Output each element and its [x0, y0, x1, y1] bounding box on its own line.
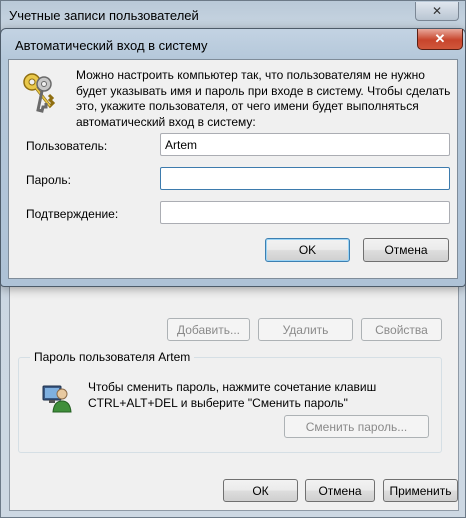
dialog-description: Можно настроить компьютер так, что польз…: [76, 68, 451, 129]
dialog-title: Автоматический вход в систему: [15, 38, 208, 53]
dialog-close-button[interactable]: ✕: [417, 29, 463, 50]
add-user-button[interactable]: Добавить...: [167, 318, 250, 341]
window-title: Учетные записи пользователей: [9, 8, 199, 23]
close-icon: ✕: [431, 4, 443, 18]
confirm-password-field[interactable]: [160, 201, 450, 224]
apply-button[interactable]: Применить: [383, 479, 458, 502]
password-field[interactable]: [160, 167, 450, 190]
keys-icon: [23, 73, 56, 113]
change-password-button[interactable]: Сменить пароль...: [284, 415, 429, 438]
window-close-button[interactable]: ✕: [415, 2, 459, 21]
user-icon: [42, 385, 72, 413]
password-change-hint: Чтобы сменить пароль, нажмите сочетание …: [88, 380, 377, 410]
confirm-label: Подтверждение:: [26, 207, 119, 221]
user-label: Пользователь:: [26, 139, 108, 153]
cancel-button[interactable]: Отмена: [305, 479, 375, 502]
password-label: Пароль:: [26, 173, 71, 187]
dialog-cancel-button[interactable]: Отмена: [363, 238, 449, 262]
password-group-legend: Пароль пользователя Artem: [30, 350, 195, 364]
close-icon: ✕: [434, 31, 446, 46]
auto-logon-dialog: Автоматический вход в систему ✕ Можно на…: [0, 28, 466, 287]
ok-button[interactable]: ОК: [223, 479, 298, 502]
dialog-ok-button[interactable]: OK: [265, 238, 350, 262]
user-field[interactable]: [160, 133, 450, 156]
remove-user-button[interactable]: Удалить: [258, 318, 353, 341]
dialog-client-area: Можно настроить компьютер так, что польз…: [8, 59, 458, 279]
properties-button[interactable]: Свойства: [361, 318, 442, 341]
